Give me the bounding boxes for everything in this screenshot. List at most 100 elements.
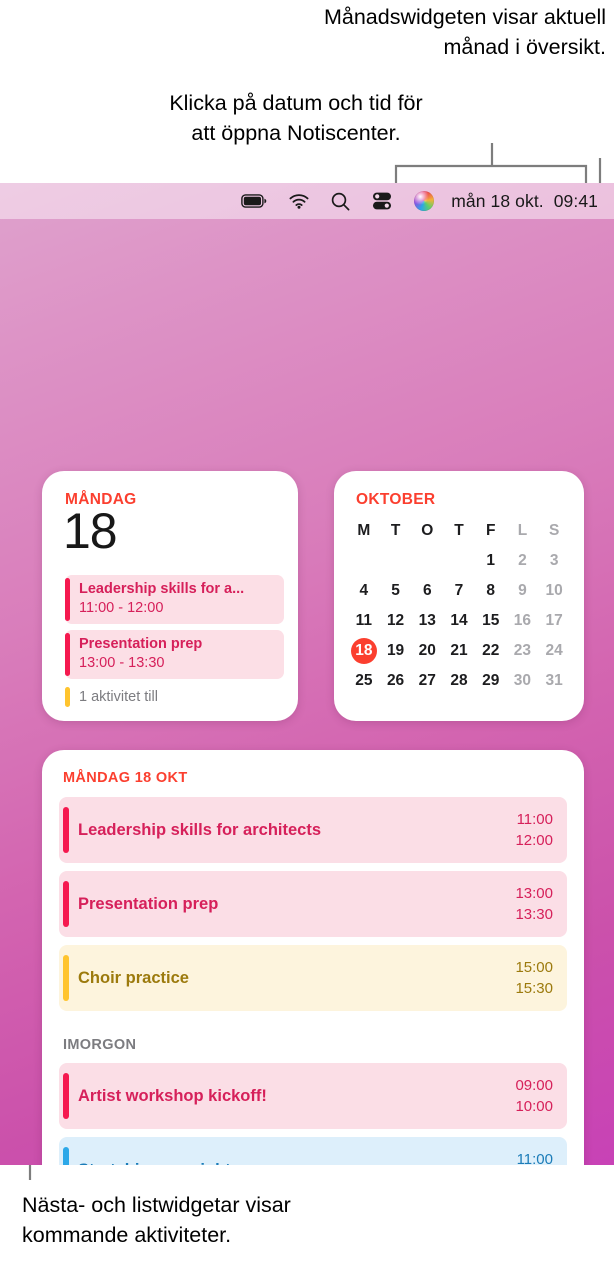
event-times: 13:00 13:30 [515, 883, 553, 925]
month-day-cell[interactable]: 22 [475, 637, 507, 664]
menu-bar: mån 18 okt. 09:41 [0, 183, 614, 219]
event-title: Artist workshop kickoff! [78, 1086, 267, 1105]
up-next-event-list: Leadership skills for a... 11:00 - 12:00 P… [65, 575, 284, 709]
month-widget-grid: M T O T F L S 1 2 3 4 5 6 7 8 9 10 11 12 13 14 15 16 17 18 19 20 21… [348, 517, 570, 694]
widget-list[interactable]: MÅNDAG 18 OKT Leadership skills for archi… [42, 750, 584, 1165]
month-empty-cell [380, 547, 412, 574]
battery-icon[interactable] [230, 183, 278, 219]
event-start-time: 13:00 [515, 885, 553, 902]
month-day-cell[interactable]: 29 [475, 667, 507, 694]
list-section-header: IMORGON [63, 1037, 137, 1053]
event-end-time: 15:30 [515, 980, 553, 997]
month-day-cell[interactable]: 6 [411, 577, 443, 604]
month-day-cell[interactable]: 30 [507, 667, 539, 694]
event-times: 09:00 10:00 [515, 1075, 553, 1117]
event-title: Leadership skills for architects [78, 820, 322, 839]
event-color-bar [63, 1147, 69, 1165]
month-day-cell[interactable]: 3 [538, 547, 570, 574]
list-event-row[interactable]: Stretching + weights11:0013:00 [59, 1137, 567, 1165]
event-color-bar [63, 807, 69, 853]
month-day-cell[interactable]: 7 [443, 577, 475, 604]
month-day-cell[interactable]: 5 [380, 577, 412, 604]
month-day-cell[interactable]: 24 [538, 637, 570, 664]
list-event-row[interactable]: Artist workshop kickoff! 09:00 10:00 [59, 1063, 567, 1129]
month-day-cell[interactable]: 16 [507, 607, 539, 634]
month-empty-cell [348, 547, 380, 574]
month-weekday-header: T [390, 521, 401, 539]
event-start-time: 15:00 [515, 959, 553, 976]
event-times: 11:00 12:00 [515, 809, 553, 851]
up-next-event[interactable]: Leadership skills for a... 11:00 - 12:00 [65, 575, 284, 624]
month-day-cell[interactable]: 31 [538, 667, 570, 694]
callout-caption-month-widget: Månadswidgeten visar aktuell månad i öve… [323, 5, 606, 59]
up-next-day-number: 18 [63, 503, 118, 559]
month-day-cell[interactable]: 15 [475, 607, 507, 634]
event-color-bar [63, 955, 69, 1001]
month-day-cell[interactable]: 28 [443, 667, 475, 694]
month-weekday-header: T [454, 521, 464, 539]
month-day-cell[interactable]: 12 [380, 607, 412, 634]
up-next-event[interactable]: Presentation prep 13:00 - 13:30 [65, 630, 284, 679]
month-day-cell[interactable]: 8 [475, 577, 507, 604]
event-time: 11:00 - 12:00 [79, 600, 164, 616]
callout-caption-widgets: Nästa- och listwidgetar visar kommande a… [22, 1193, 291, 1247]
month-today-marker: 18 [350, 637, 377, 664]
month-day-cell[interactable]: 17 [538, 607, 570, 634]
month-day-cell[interactable]: 13 [411, 607, 443, 634]
month-day-cell[interactable]: 20 [411, 637, 443, 664]
event-title: Presentation prep [78, 894, 219, 913]
event-title: Presentation prep [79, 636, 203, 652]
event-title: Choir practice [78, 968, 189, 987]
event-time: 13:00 - 13:30 [79, 655, 165, 671]
event-end-time: 13:30 [515, 906, 553, 923]
month-day-cell[interactable]: 9 [507, 577, 539, 604]
month-day-cell[interactable]: 11 [348, 607, 380, 634]
event-color-bar [65, 687, 70, 707]
siri-icon[interactable] [403, 183, 445, 219]
menubar-clock[interactable]: mån 18 okt. 09:41 [445, 183, 600, 219]
month-widget-title: OKTOBER [356, 491, 436, 508]
month-day-cell[interactable]: 10 [538, 577, 570, 604]
month-weekday-header: L [517, 521, 528, 539]
event-color-bar [65, 633, 70, 676]
event-end-time: 12:00 [515, 832, 553, 849]
month-day-cell[interactable]: 25 [348, 667, 380, 694]
month-day-cell[interactable]: 26 [380, 667, 412, 694]
month-weekday-header: S [548, 521, 560, 539]
month-weekday-header: O [421, 521, 434, 539]
search-icon[interactable] [320, 183, 361, 219]
event-start-time: 11:00 [516, 1151, 553, 1165]
wifi-icon[interactable] [278, 183, 320, 219]
list-event-row[interactable]: Leadership skills for architects 11:00 12:… [59, 797, 567, 863]
event-title: Stretching + weights [78, 1161, 515, 1166]
month-day-cell[interactable]: 1 [475, 547, 507, 574]
control-center-icon[interactable] [361, 183, 403, 219]
event-times: 11:0013:00 [515, 1149, 553, 1165]
month-day-cell[interactable]: 19 [380, 637, 412, 664]
month-day-cell[interactable]: 2 [507, 547, 539, 574]
event-start-time: 09:00 [515, 1077, 553, 1094]
up-next-more-row[interactable]: 1 aktivitet till [65, 685, 284, 709]
list-event-row[interactable]: Choir practice 15:00 15:30 [59, 945, 567, 1011]
widget-month[interactable]: OKTOBER M T O T F L S 1 2 3 4 5 6 7 8 9 10 11 12 13 14 15 16 17… [334, 471, 584, 721]
event-end-time: 10:00 [515, 1098, 553, 1115]
widget-up-next[interactable]: MÅNDAG 18 Leadership skills for a... 11:0… [42, 471, 298, 721]
desktop-wallpaper: mån 18 okt. 09:41 MÅNDAG 18 Leadership s… [0, 183, 614, 1165]
month-day-cell[interactable]: 14 [443, 607, 475, 634]
callout-caption-notification-center: Klicka på datum och tid för att öppna No… [169, 91, 423, 145]
event-color-bar [63, 1073, 69, 1119]
event-color-bar [63, 881, 69, 927]
up-next-more-label: 1 aktivitet till [79, 689, 158, 705]
month-day-cell[interactable]: 27 [411, 667, 443, 694]
list-widget-body: MÅNDAG 18 OKT Leadership skills for archi… [42, 750, 584, 1165]
month-empty-cell [411, 547, 443, 574]
month-empty-cell [443, 547, 475, 574]
month-day-cell[interactable]: 4 [348, 577, 380, 604]
list-event-row[interactable]: Presentation prep 13:00 13:30 [59, 871, 567, 937]
event-times: 15:00 15:30 [515, 957, 553, 999]
month-weekday-header: F [485, 521, 496, 539]
month-day-cell[interactable]: 23 [507, 637, 539, 664]
month-day-cell[interactable]: 21 [443, 637, 475, 664]
month-day-cell[interactable]: 18 [348, 637, 380, 664]
event-start-time: 11:00 [516, 811, 553, 828]
